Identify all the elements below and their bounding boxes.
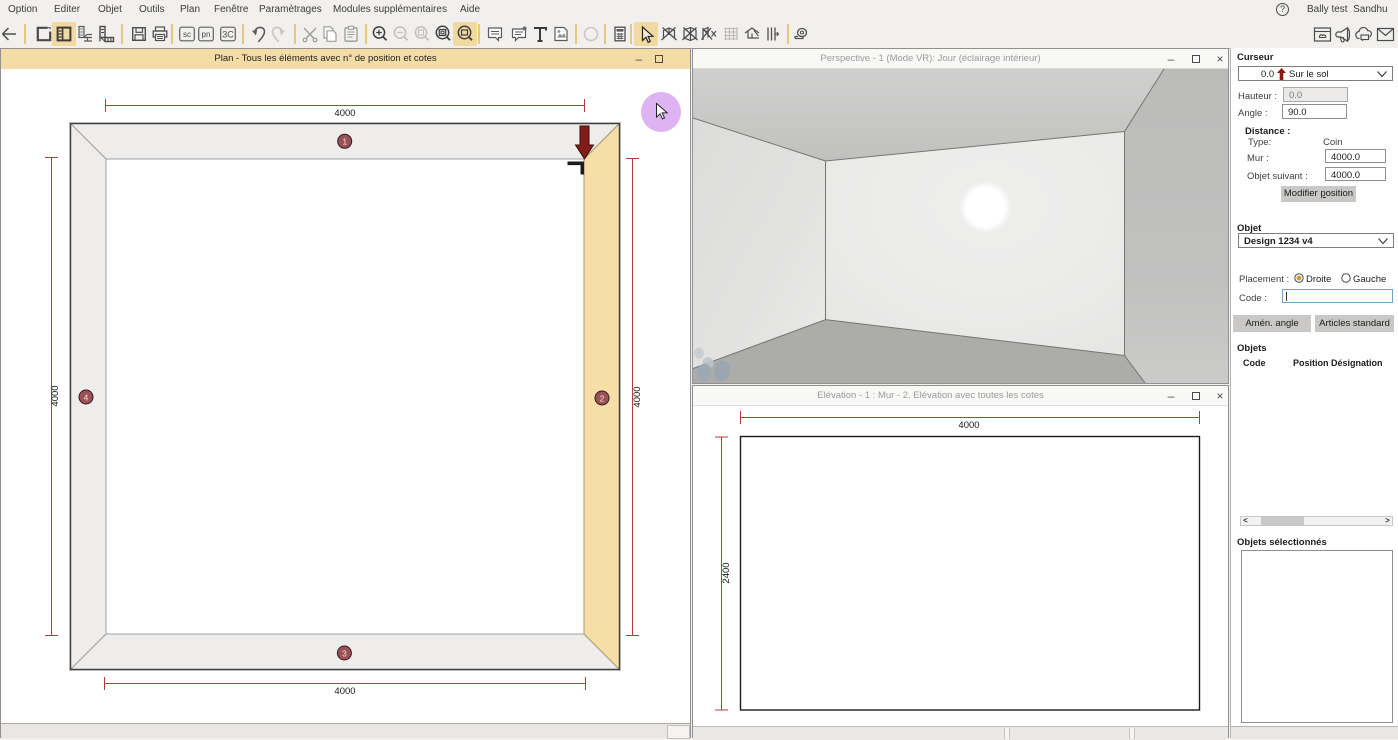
svg-text:1: 1	[342, 137, 347, 147]
svg-text:4000: 4000	[334, 686, 355, 697]
svg-text:3: 3	[342, 648, 347, 658]
svg-text:4: 4	[84, 392, 89, 402]
svg-text:pn: pn	[202, 30, 211, 39]
svg-text:4000: 4000	[958, 420, 979, 431]
svg-text:2400: 2400	[721, 562, 732, 583]
svg-text:3C: 3C	[222, 30, 234, 40]
svg-text:4000: 4000	[334, 108, 355, 119]
svg-text:2: 2	[600, 393, 605, 403]
svg-text:sc: sc	[183, 30, 191, 39]
svg-text:4000: 4000	[50, 385, 61, 406]
svg-text:4000: 4000	[632, 386, 643, 407]
